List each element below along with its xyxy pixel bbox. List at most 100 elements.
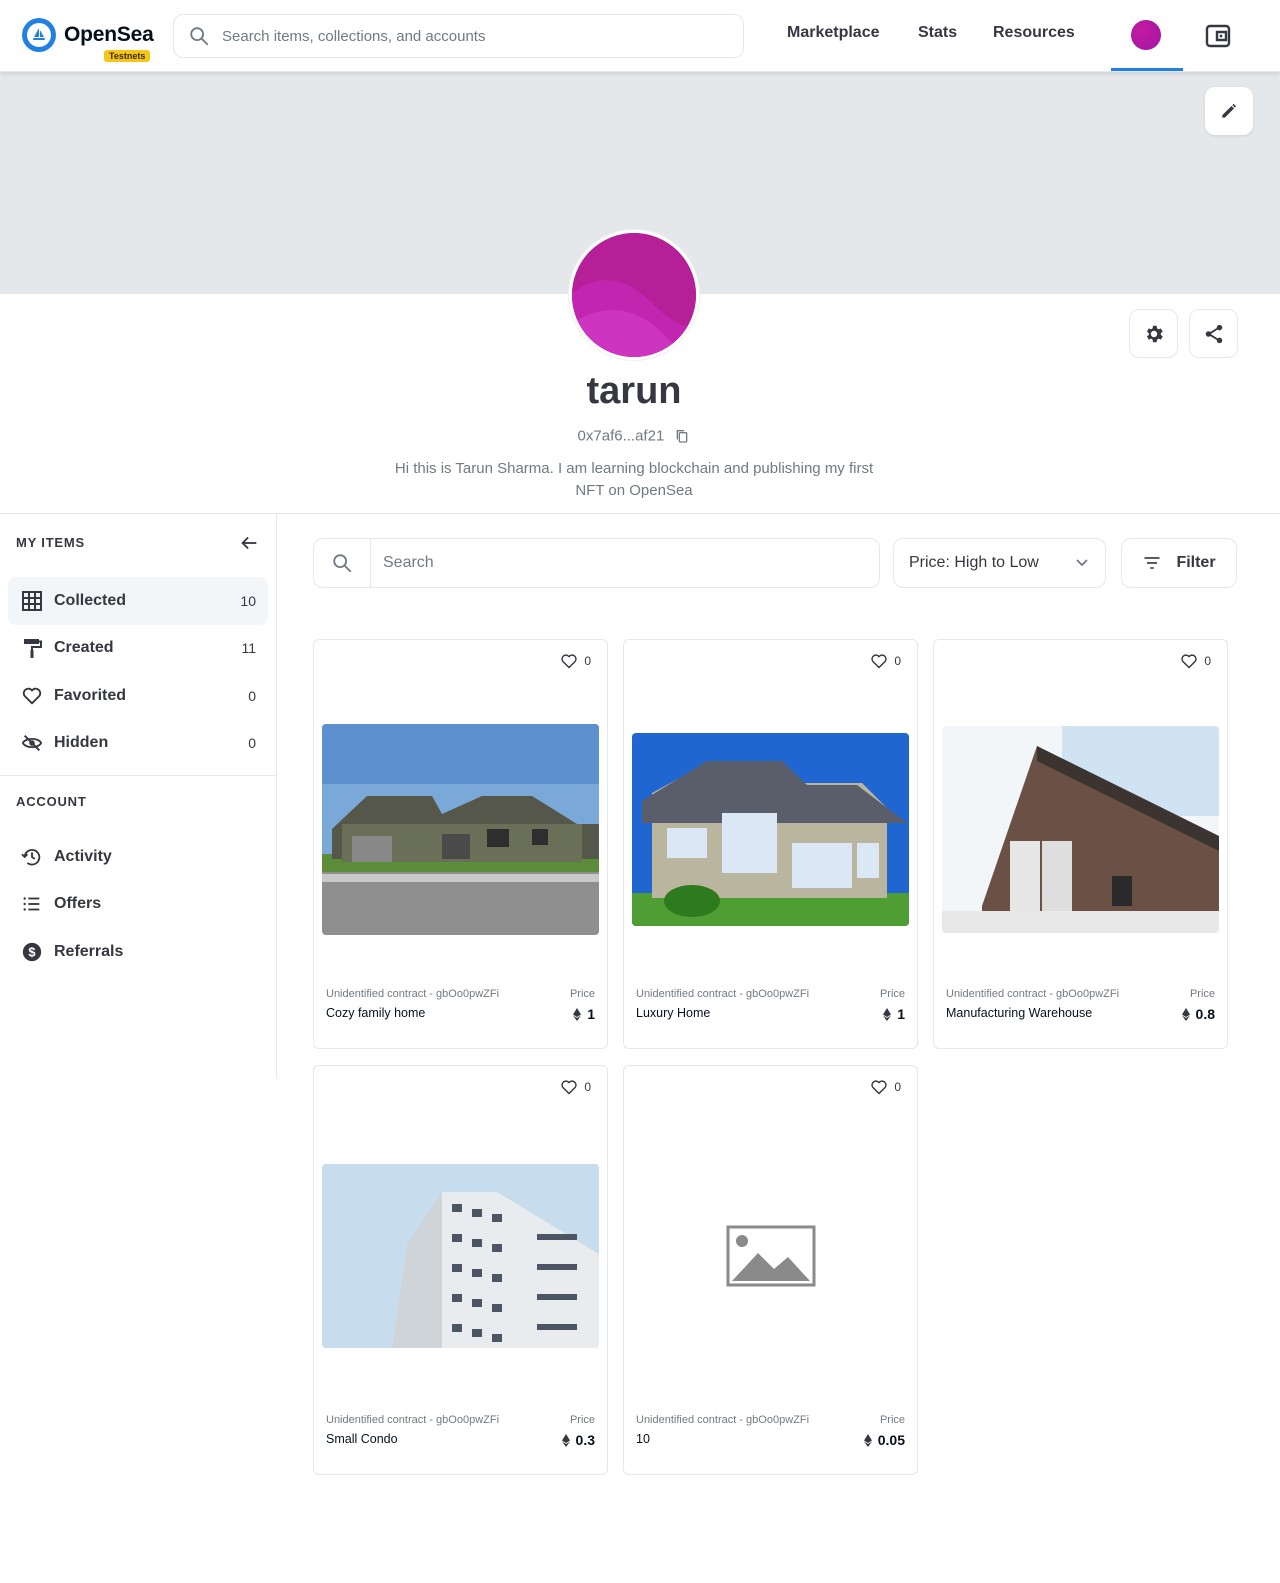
copy-icon[interactable] (674, 428, 690, 444)
favorite-button[interactable]: 0 (560, 1079, 591, 1095)
wallet-icon[interactable] (1204, 22, 1232, 50)
list-icon (20, 892, 44, 916)
paint-roller-icon (20, 636, 44, 660)
heart-icon (871, 654, 887, 669)
favorite-count: 0 (894, 1080, 901, 1094)
sidebar-item-offers[interactable]: Offers (8, 880, 268, 928)
sidebar-item-count: 0 (248, 688, 256, 704)
price-label: Price (879, 1414, 905, 1426)
price-value: 1 (573, 1006, 595, 1022)
favorite-button[interactable]: 0 (870, 1079, 901, 1095)
nav-resources[interactable]: Resources (993, 24, 1075, 42)
global-search-input[interactable] (222, 27, 722, 45)
nft-card[interactable]: 0 Unidentified contract - gbOo0pwZFi Man… (933, 639, 1228, 1049)
heart-icon (561, 1080, 577, 1095)
price-amount: 0.8 (1195, 1006, 1215, 1022)
nft-name: Manufacturing Warehouse (946, 1006, 1093, 1020)
search-icon (314, 539, 371, 587)
pencil-icon (1222, 103, 1237, 118)
sidebar-divider (0, 775, 277, 776)
favorite-count: 0 (584, 1080, 591, 1094)
chevron-down-icon (1076, 559, 1088, 567)
eth-icon (1181, 1007, 1190, 1021)
sidebar-item-hidden[interactable]: Hidden 0 (8, 719, 268, 767)
sidebar-item-activity[interactable]: Activity (8, 833, 268, 881)
contract-name: Unidentified contract - gbOo0pwZFi (326, 1414, 500, 1426)
sidebar-item-referrals[interactable]: $ Referrals (8, 928, 268, 976)
brand-name: OpenSea (64, 23, 154, 46)
nft-card[interactable]: 0 Unidentified contract - gbOo0pwZFi 10 … (623, 1065, 918, 1475)
nft-image-house (322, 724, 599, 935)
nft-card[interactable]: 0 Unidentified contract - gbOo0pwZFi Coz… (313, 639, 608, 1049)
share-icon (1205, 324, 1222, 343)
sidebar-item-count: 11 (241, 640, 256, 656)
history-icon (20, 845, 44, 869)
grid-icon (20, 589, 44, 613)
price-amount: 0.05 (877, 1432, 905, 1448)
my-items-heading: MY ITEMS (16, 535, 86, 550)
sort-value: Price: High to Low (909, 554, 1039, 571)
active-nav-indicator (1111, 68, 1183, 71)
sidebar-item-favorited[interactable]: Favorited 0 (8, 672, 268, 720)
nft-card[interactable]: 0 Unidentified contract - gbOo0pwZFi Sma… (313, 1065, 608, 1475)
wallet-address-text: 0x7af6...af21 (577, 427, 665, 445)
heart-icon (561, 654, 577, 669)
opensea-logo[interactable]: OpenSea (22, 18, 154, 52)
testnets-badge: Testnets (104, 50, 151, 62)
price-amount: 1 (587, 1006, 595, 1022)
sort-dropdown[interactable]: Price: High to Low (893, 538, 1106, 588)
sidebar-item-count: 10 (240, 593, 256, 609)
price-amount: 0.3 (575, 1432, 595, 1448)
items-search-input[interactable] (383, 539, 863, 587)
contract-name: Unidentified contract - gbOo0pwZFi (326, 988, 500, 1000)
nft-card[interactable]: 0 Unidentified contract - gbOo0pwZFi Lux… (623, 639, 918, 1049)
heart-icon (871, 1080, 887, 1095)
heart-icon (1181, 654, 1197, 669)
sidebar-item-label: Activity (54, 848, 112, 865)
sidebar-item-collected[interactable]: Collected 10 (8, 577, 268, 625)
eth-icon (573, 1007, 582, 1021)
sidebar-item-label: Hidden (54, 734, 109, 751)
nav-stats[interactable]: Stats (918, 24, 957, 42)
favorite-count: 0 (1204, 654, 1211, 668)
price-amount: 1 (897, 1006, 905, 1022)
contract-name: Unidentified contract - gbOo0pwZFi (636, 988, 810, 1000)
opensea-logo-icon (22, 18, 56, 52)
filter-button[interactable]: Filter (1121, 538, 1237, 588)
contract-name: Unidentified contract - gbOo0pwZFi (946, 988, 1120, 1000)
price-label: Price (569, 1414, 595, 1426)
favorite-button[interactable]: 0 (870, 653, 901, 669)
filter-icon (1144, 557, 1160, 569)
nft-image-condo (322, 1164, 599, 1348)
edit-banner-button[interactable] (1205, 87, 1253, 135)
nft-image-warehouse (942, 726, 1219, 933)
price-label: Price (1189, 988, 1215, 1000)
eth-icon (883, 1007, 892, 1021)
price-label: Price (879, 988, 905, 1000)
share-button[interactable] (1189, 309, 1238, 358)
price-value: 1 (883, 1006, 905, 1022)
nft-name: Cozy family home (326, 1006, 426, 1020)
global-search[interactable] (173, 14, 744, 58)
sidebar-item-label: Created (54, 639, 114, 656)
collapse-sidebar-arrow-icon[interactable] (238, 532, 260, 554)
top-header: OpenSea Testnets Marketplace Stats Resou… (0, 0, 1280, 72)
profile-username: tarun (586, 370, 682, 412)
items-search[interactable] (313, 538, 880, 588)
profile-avatar[interactable] (569, 230, 699, 360)
account-heading: ACCOUNT (16, 794, 87, 809)
dollar-circle-icon: $ (20, 940, 44, 964)
settings-button[interactable] (1129, 309, 1178, 358)
price-value: 0.05 (863, 1432, 905, 1448)
favorite-button[interactable]: 0 (1180, 653, 1211, 669)
svg-text:$: $ (28, 945, 35, 960)
sidebar-item-created[interactable]: Created 11 (8, 624, 268, 672)
eye-off-icon (20, 731, 44, 755)
sidebar-item-label: Favorited (54, 687, 127, 704)
account-avatar[interactable] (1131, 20, 1161, 50)
favorite-count: 0 (894, 654, 901, 668)
nav-marketplace[interactable]: Marketplace (787, 24, 880, 42)
favorite-button[interactable]: 0 (560, 653, 591, 669)
wallet-address[interactable]: 0x7af6...af21 (0, 427, 1268, 445)
search-icon (190, 27, 209, 46)
